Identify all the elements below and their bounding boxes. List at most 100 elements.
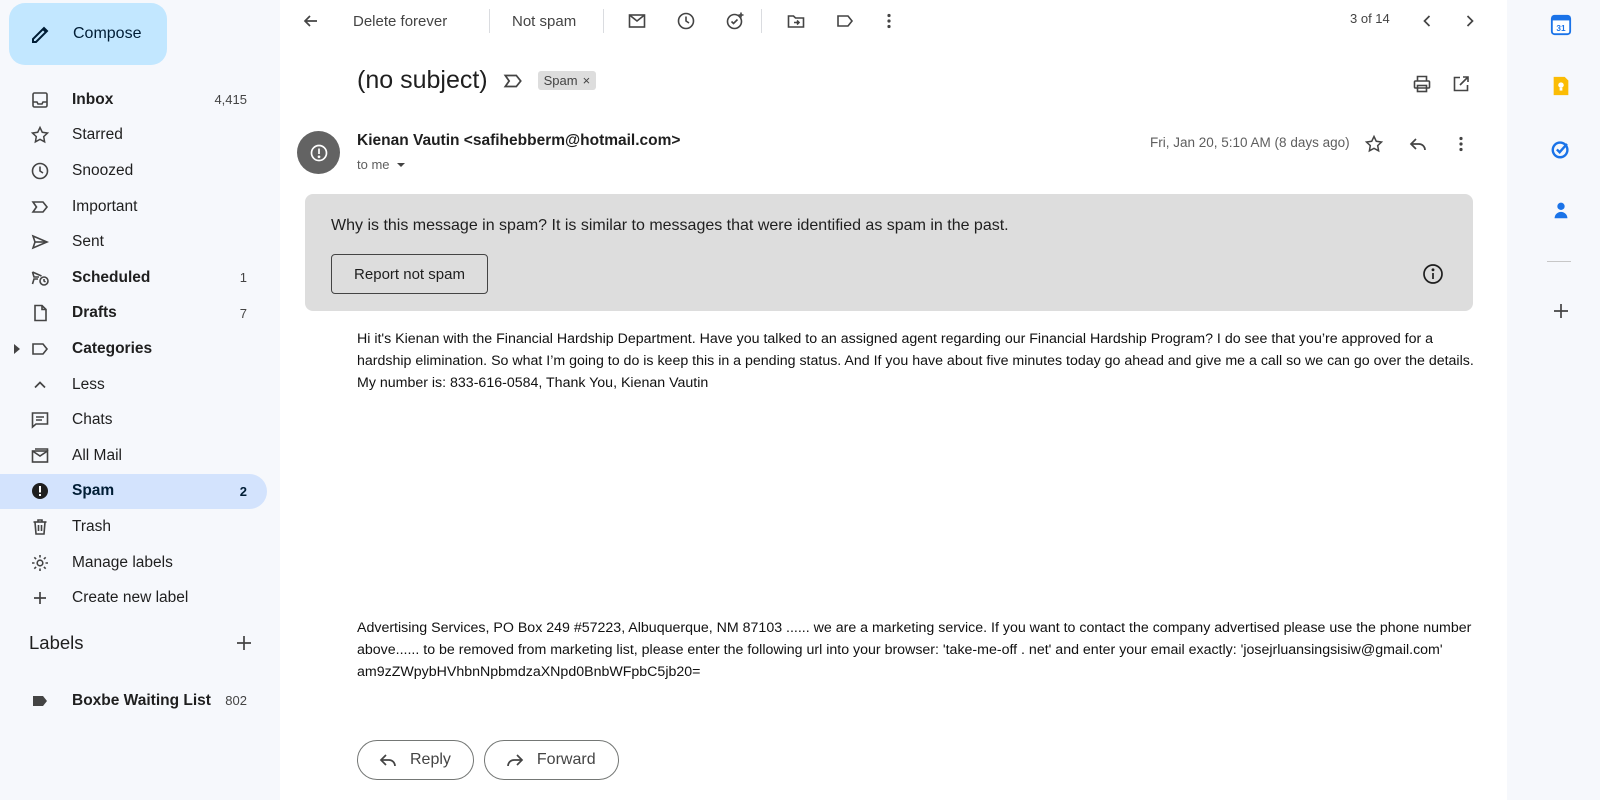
sidebar-item-drafts[interactable]: Drafts 7 [0, 296, 267, 332]
warning-icon [310, 144, 327, 161]
nav-list: Inbox 4,415 Starred Snoozed Important Se… [0, 82, 267, 616]
toolbar-divider [603, 9, 604, 33]
clock-icon [677, 12, 695, 30]
sidebar-item-trash[interactable]: Trash [0, 509, 267, 545]
calendar-app-button[interactable]: 31 [1549, 13, 1573, 37]
chevron-up-icon [30, 375, 50, 395]
recipients-toggle[interactable]: to me [357, 157, 406, 172]
more-options-button[interactable] [873, 5, 905, 37]
add-label-button[interactable] [231, 630, 257, 656]
sidebar-item-boxbe-waiting-list[interactable]: Boxbe Waiting List 802 [0, 683, 267, 719]
sidebar-item-starred[interactable]: Starred [0, 118, 267, 154]
expand-caret-icon[interactable] [14, 343, 20, 354]
add-to-tasks-button[interactable] [719, 5, 751, 37]
delete-forever-button[interactable]: Delete forever [353, 5, 447, 37]
print-button[interactable] [1406, 68, 1438, 100]
sidebar-item-label: Inbox [72, 90, 114, 108]
chip-label: Spam [543, 73, 578, 88]
reply-icon-button[interactable] [1402, 128, 1434, 160]
calendar-day-text: 31 [1556, 24, 1566, 33]
sidebar-item-label: Trash [72, 517, 112, 535]
print-icon [1413, 75, 1431, 93]
star-icon [1364, 134, 1384, 153]
message-more-button[interactable] [1445, 128, 1477, 160]
folder-move-icon [787, 15, 805, 28]
sidebar-item-sent[interactable]: Sent [0, 224, 267, 260]
mark-unread-button[interactable] [621, 5, 653, 37]
chat-icon [30, 410, 50, 430]
more-vert-icon [887, 13, 891, 29]
sidebar-item-chats[interactable]: Chats [0, 402, 267, 438]
labels-heading: Labels [29, 632, 84, 653]
open-new-window-button[interactable] [1445, 68, 1477, 100]
reply-icon [379, 754, 396, 767]
label-filled-icon [30, 691, 50, 711]
keep-app-button[interactable] [1549, 74, 1573, 98]
sidebar-item-all-mail[interactable]: All Mail [0, 438, 267, 474]
forward-button[interactable]: Forward [483, 740, 619, 780]
compose-button[interactable]: Compose [9, 3, 167, 65]
toolbar-divider [489, 9, 490, 33]
sidebar-item-label: Snoozed [72, 161, 134, 179]
spam-reason-detail: It is similar to messages that were iden… [547, 217, 1009, 234]
keep-icon [1553, 76, 1569, 96]
more-vert-icon [1459, 136, 1463, 152]
older-button[interactable] [1454, 5, 1486, 37]
recipient-text: to me [357, 157, 390, 172]
sidebar-item-snoozed[interactable]: Snoozed [0, 153, 267, 189]
importance-marker-icon[interactable] [502, 70, 524, 92]
contacts-app-button[interactable] [1549, 198, 1573, 222]
forward-icon [507, 754, 524, 767]
all-mail-icon [30, 446, 50, 466]
side-panel-divider [1547, 261, 1571, 262]
back-button[interactable] [295, 5, 327, 37]
sidebar-item-manage-labels[interactable]: Manage labels [0, 545, 267, 581]
sidebar-item-count: 1 [239, 270, 247, 286]
email-date: Fri, Jan 20, 5:10 AM (8 days ago) [1150, 135, 1350, 150]
spam-reason-text: Why is this message in spam? It is simil… [331, 217, 1009, 235]
pencil-icon [32, 26, 49, 43]
sidebar-item-label: Boxbe Waiting List [72, 691, 211, 709]
labels-button[interactable] [829, 5, 861, 37]
sidebar-item-label: Spam [72, 482, 115, 500]
draft-icon [30, 303, 50, 323]
sidebar-item-less[interactable]: Less [0, 367, 267, 403]
contacts-icon [1554, 202, 1568, 219]
tasks-app-button[interactable] [1549, 137, 1573, 161]
get-addons-button[interactable] [1549, 299, 1573, 323]
sidebar-item-label: Scheduled [72, 268, 151, 286]
reply-button[interactable]: Reply [357, 740, 474, 780]
sidebar-item-label: Important [72, 197, 138, 215]
info-icon[interactable] [1421, 262, 1445, 286]
message-view: Delete forever Not spam 3 of 14 (no subj… [280, 0, 1507, 800]
star-icon [30, 125, 50, 145]
sidebar-item-label: Sent [72, 233, 104, 251]
important-icon [30, 197, 50, 217]
sidebar-item-spam[interactable]: Spam 2 [0, 473, 267, 510]
newer-button[interactable] [1411, 5, 1443, 37]
send-icon [30, 232, 50, 252]
calendar-icon: 31 [1550, 14, 1572, 36]
sidebar-item-count: 2 [239, 483, 247, 499]
sidebar-item-important[interactable]: Important [0, 189, 267, 225]
trash-icon [30, 517, 50, 537]
snooze-button[interactable] [670, 5, 702, 37]
scheduled-send-icon [30, 268, 50, 288]
labels-header: Labels [29, 630, 257, 656]
sidebar-item-inbox[interactable]: Inbox 4,415 [0, 82, 267, 118]
reply-label: Reply [410, 751, 451, 768]
plus-icon [1554, 304, 1568, 318]
remove-label-button[interactable]: × [583, 73, 591, 88]
sidebar-item-categories[interactable]: Categories [0, 331, 267, 367]
arrow-back-icon [303, 15, 317, 27]
move-to-button[interactable] [780, 5, 812, 37]
not-spam-button[interactable]: Not spam [512, 5, 576, 37]
star-button[interactable] [1358, 128, 1390, 160]
sidebar-item-count: 7 [239, 305, 247, 321]
sidebar-item-label: All Mail [72, 446, 122, 464]
message-toolbar: Delete forever Not spam 3 of 14 [280, 0, 1507, 42]
sidebar-item-create-label[interactable]: Create new label [0, 580, 267, 616]
clock-icon [30, 161, 50, 181]
report-not-spam-button[interactable]: Report not spam [331, 254, 488, 294]
sidebar-item-scheduled[interactable]: Scheduled 1 [0, 260, 267, 296]
